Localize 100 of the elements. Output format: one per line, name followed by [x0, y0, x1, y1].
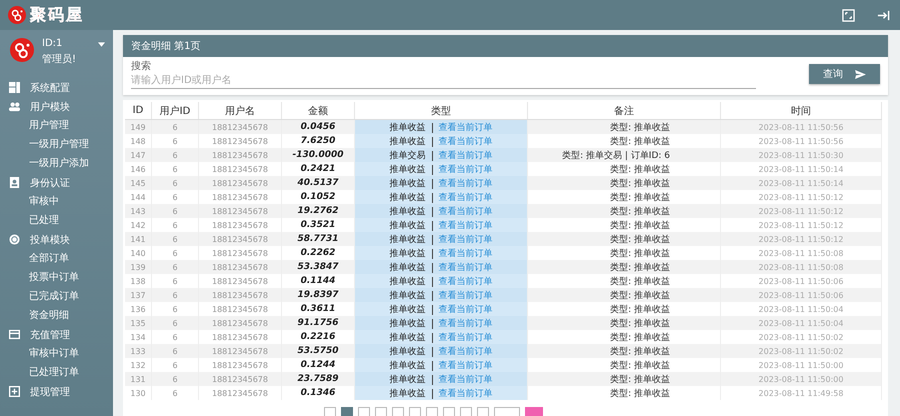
- type-text: 推单收益: [390, 192, 426, 202]
- table-cell: 137: [125, 288, 152, 302]
- order-link[interactable]: 查看当前订单: [432, 192, 492, 202]
- table-cell: 2023-08-11 11:50:12: [720, 190, 882, 204]
- order-link[interactable]: 查看当前订单: [432, 360, 492, 370]
- sidebar-section[interactable]: 系统配置: [0, 78, 113, 97]
- type-text: 推单收益: [390, 346, 426, 356]
- table-cell: 148: [125, 134, 152, 148]
- table-cell: 6: [152, 232, 198, 246]
- order-link[interactable]: 查看当前订单: [432, 262, 492, 272]
- table-cell: 18812345678: [198, 302, 282, 316]
- sidebar-item[interactable]: 审核中订单: [0, 344, 113, 363]
- sidebar-item[interactable]: 审核中: [0, 192, 113, 211]
- order-link[interactable]: 查看当前订单: [432, 248, 492, 258]
- sidebar-section[interactable]: 充值管理: [0, 325, 113, 344]
- table-cell: 类型: 推单收益: [528, 204, 720, 218]
- amount-cell: 0.0456: [282, 120, 354, 134]
- sidebar-item[interactable]: 一级用户添加: [0, 154, 113, 173]
- order-link[interactable]: 查看当前订单: [432, 388, 492, 398]
- table-cell: 2023-08-11 11:50:00: [720, 372, 882, 386]
- table-cell: 18812345678: [198, 176, 282, 190]
- page-button[interactable]: [409, 407, 421, 416]
- table-cell: 类型: 推单收益: [528, 260, 720, 274]
- table-cell: 2023-08-11 11:50:02: [720, 344, 882, 358]
- caret-icon[interactable]: [98, 42, 105, 47]
- sidebar-item[interactable]: 已处理: [0, 211, 113, 230]
- page-button[interactable]: [375, 407, 387, 416]
- avatar-logo-icon: [10, 38, 34, 62]
- order-link[interactable]: 查看当前订单: [432, 374, 492, 384]
- table-cell: 类型: 推单收益: [528, 316, 720, 330]
- plus-box-icon: [9, 386, 20, 397]
- order-link[interactable]: 查看当前订单: [432, 150, 492, 160]
- page-button[interactable]: [477, 407, 489, 416]
- order-link[interactable]: 查看当前订单: [432, 164, 492, 174]
- order-link[interactable]: 查看当前订单: [432, 304, 492, 314]
- logout-icon[interactable]: [877, 8, 890, 22]
- sidebar-item[interactable]: 投票中订单: [0, 268, 113, 287]
- sidebar-item[interactable]: 一级用户管理: [0, 135, 113, 154]
- table-cell: 类型: 推单收益: [528, 134, 720, 148]
- order-link[interactable]: 查看当前订单: [432, 290, 492, 300]
- sidebar-item[interactable]: 全部订单: [0, 249, 113, 268]
- order-link[interactable]: 查看当前订单: [432, 346, 492, 356]
- page-input[interactable]: [494, 407, 520, 416]
- table-cell: 2023-08-11 11:50:56: [720, 120, 882, 134]
- table-cell: 6: [152, 204, 198, 218]
- id-card-icon: [9, 177, 20, 188]
- order-link[interactable]: 查看当前订单: [432, 178, 492, 188]
- sidebar-item[interactable]: 用户管理: [0, 116, 113, 135]
- sidebar-item[interactable]: 已完成订单: [0, 287, 113, 306]
- table-cell: 类型: 推单收益: [528, 288, 720, 302]
- page-button[interactable]: [324, 407, 336, 416]
- amount-cell: 0.3521: [282, 218, 354, 232]
- table-cell: 6: [152, 372, 198, 386]
- sidebar-section[interactable]: 用户模块: [0, 97, 113, 116]
- table-cell: 2023-08-11 11:50:08: [720, 260, 882, 274]
- table-cell: 2023-08-11 11:50:00: [720, 358, 882, 372]
- page-button[interactable]: [443, 407, 455, 416]
- amount-cell: 0.1244: [282, 358, 354, 372]
- logo-icon: [8, 6, 26, 24]
- page-button[interactable]: [426, 407, 438, 416]
- order-link[interactable]: 查看当前订单: [432, 136, 492, 146]
- order-link[interactable]: 查看当前订单: [432, 318, 492, 328]
- order-link[interactable]: 查看当前订单: [432, 276, 492, 286]
- order-link[interactable]: 查看当前订单: [432, 332, 492, 342]
- sidebar-section[interactable]: 提现管理: [0, 382, 113, 401]
- type-text: 推单收益: [390, 304, 426, 314]
- table-cell: 类型: 推单收益: [528, 330, 720, 344]
- page-button[interactable]: [460, 407, 472, 416]
- page-button[interactable]: [392, 407, 404, 416]
- dashboard-icon: [9, 82, 20, 93]
- sidebar-section[interactable]: 投单模块: [0, 230, 113, 249]
- order-link[interactable]: 查看当前订单: [432, 234, 492, 244]
- page-button[interactable]: [341, 407, 353, 416]
- table-cell: 132: [125, 358, 152, 372]
- search-field[interactable]: 请输入用户ID或用户名: [131, 73, 756, 89]
- fullscreen-icon[interactable]: [842, 8, 855, 22]
- table-cell: 143: [125, 204, 152, 218]
- go-button[interactable]: [525, 407, 543, 416]
- table-cell: 6: [152, 218, 198, 232]
- table-cell: 类型: 推单收益: [528, 176, 720, 190]
- table-cell: 2023-08-11 11:50:12: [720, 232, 882, 246]
- amount-cell: 58.7731: [282, 232, 354, 246]
- sidebar-item[interactable]: 资金明细: [0, 306, 113, 325]
- type-text: 推单交易: [390, 150, 426, 160]
- type-text: 推单收益: [390, 290, 426, 300]
- sidebar-section[interactable]: 身份认证: [0, 173, 113, 192]
- table-cell: 2023-08-11 11:50:14: [720, 176, 882, 190]
- order-link[interactable]: 查看当前订单: [432, 206, 492, 216]
- order-link[interactable]: 查看当前订单: [432, 220, 492, 230]
- type-text: 推单收益: [390, 206, 426, 216]
- amount-cell: 23.7589: [282, 372, 354, 386]
- page-button[interactable]: [358, 407, 370, 416]
- order-link[interactable]: 查看当前订单: [432, 122, 492, 132]
- table-cell: 18812345678: [198, 274, 282, 288]
- amount-cell: -130.0000: [282, 148, 354, 162]
- sidebar-item[interactable]: 已处理订单: [0, 363, 113, 382]
- amount-cell: 40.5137: [282, 176, 354, 190]
- send-icon: [855, 70, 866, 78]
- query-button[interactable]: 查询: [809, 64, 880, 84]
- table-cell: 18812345678: [198, 358, 282, 372]
